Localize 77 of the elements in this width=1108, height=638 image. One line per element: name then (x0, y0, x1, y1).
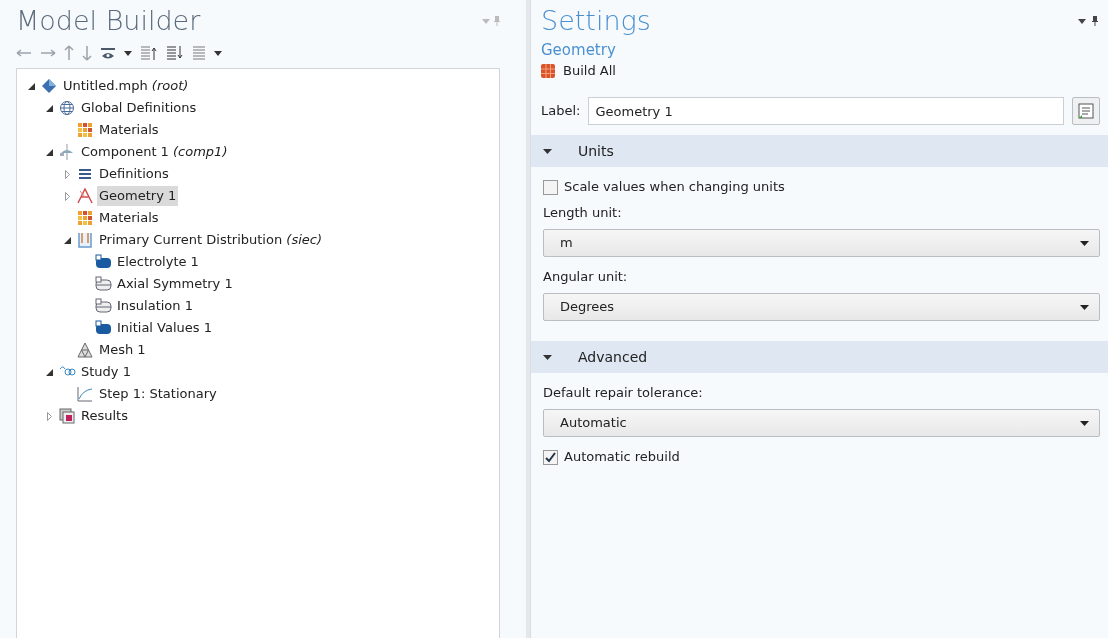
expanded-icon[interactable] (63, 236, 71, 244)
up-arrow-icon[interactable] (64, 45, 74, 61)
caret-icon (1080, 240, 1089, 246)
domain-icon (95, 254, 112, 270)
down-arrow-icon[interactable] (82, 45, 92, 61)
label-input-field[interactable]: Geometry 1 (588, 97, 1064, 125)
list-up-icon[interactable] (140, 45, 158, 61)
settings-subtitle: Geometry (540, 40, 617, 60)
expanded-icon[interactable] (45, 368, 53, 376)
tree-item[interactable]: Electrolyte 1 (115, 252, 201, 272)
tree-item[interactable]: Mesh 1 (97, 340, 148, 360)
checkbox-label: Scale values when changing units (564, 178, 785, 197)
expanded-icon[interactable] (27, 82, 35, 90)
lines-icon (77, 166, 94, 182)
materials-icon (77, 122, 94, 138)
panel-title: Settings (541, 4, 651, 38)
domain-icon (95, 320, 112, 336)
tree-item[interactable]: Untitled.mph (root) (61, 76, 191, 96)
tree-item[interactable]: Materials (97, 208, 161, 228)
beaker-icon (77, 232, 94, 248)
geometry-icon (77, 188, 94, 204)
tree-item[interactable]: Initial Values 1 (115, 318, 214, 338)
tree-item[interactable]: Primary Current Distribution (siec) (97, 230, 324, 250)
panel-title: Model Builder (16, 4, 201, 38)
diamond-icon (41, 78, 58, 94)
caret-icon (1080, 304, 1089, 310)
section-header[interactable]: Advanced (531, 341, 1108, 373)
section-header[interactable]: Units (531, 135, 1108, 167)
tree-item[interactable]: Definitions (97, 164, 171, 184)
back-arrow-icon[interactable] (16, 48, 32, 58)
eye-icon[interactable] (100, 46, 116, 60)
field-label: Angular unit: (543, 268, 629, 286)
field-label: Label: (541, 102, 581, 121)
expanded-icon (543, 354, 552, 360)
checkbox[interactable] (543, 179, 558, 195)
field-label: Default repair tolerance: (543, 384, 704, 402)
checkbox[interactable] (543, 449, 558, 465)
curve-icon (77, 386, 94, 402)
grid-icon (541, 64, 555, 78)
globe-icon (59, 100, 76, 116)
results-icon (59, 408, 76, 424)
list-down-icon[interactable] (166, 45, 184, 61)
dropdown[interactable]: Degrees (543, 293, 1100, 321)
checkbox-label: Automatic rebuild (564, 448, 680, 467)
tree-item[interactable]: Axial Symmetry 1 (115, 274, 235, 294)
collapsed-icon[interactable] (64, 169, 70, 179)
caret-icon[interactable] (124, 50, 132, 56)
tree-item[interactable]: Geometry 1 (97, 186, 179, 206)
notes-icon (1078, 103, 1094, 119)
tree-item[interactable]: Results (79, 406, 130, 426)
forward-arrow-icon[interactable] (40, 48, 56, 58)
list-icon[interactable] (192, 45, 206, 61)
pin-icon[interactable] (1092, 16, 1098, 26)
mesh-icon (77, 342, 94, 358)
boundary-icon (95, 298, 112, 314)
expanded-icon[interactable] (45, 148, 53, 156)
tree-item[interactable]: Materials (97, 120, 161, 140)
tree-item[interactable]: Insulation 1 (115, 296, 195, 316)
dropdown[interactable]: Automatic (543, 409, 1100, 437)
expanded-icon (543, 148, 552, 154)
checkmark-icon (545, 451, 556, 463)
caret-icon (1080, 420, 1089, 426)
caret-icon[interactable] (214, 50, 222, 56)
field-label: Length unit: (543, 204, 623, 222)
dropdown[interactable]: m (543, 229, 1100, 257)
notes-button[interactable] (1072, 97, 1100, 125)
expanded-icon[interactable] (45, 104, 53, 112)
collapsed-icon[interactable] (64, 191, 70, 201)
build-all-button[interactable]: Build All (541, 60, 616, 82)
tree-item[interactable]: Global Definitions (79, 98, 199, 118)
boundary-icon (95, 276, 112, 292)
tree-item[interactable]: Component 1 (comp1) (79, 142, 230, 162)
tree-item[interactable]: Study 1 (79, 362, 133, 382)
dropdown-icon[interactable] (1078, 18, 1086, 24)
materials-icon (77, 210, 94, 226)
tree-item[interactable]: Step 1: Stationary (97, 384, 219, 404)
collapsed-icon[interactable] (46, 411, 52, 421)
